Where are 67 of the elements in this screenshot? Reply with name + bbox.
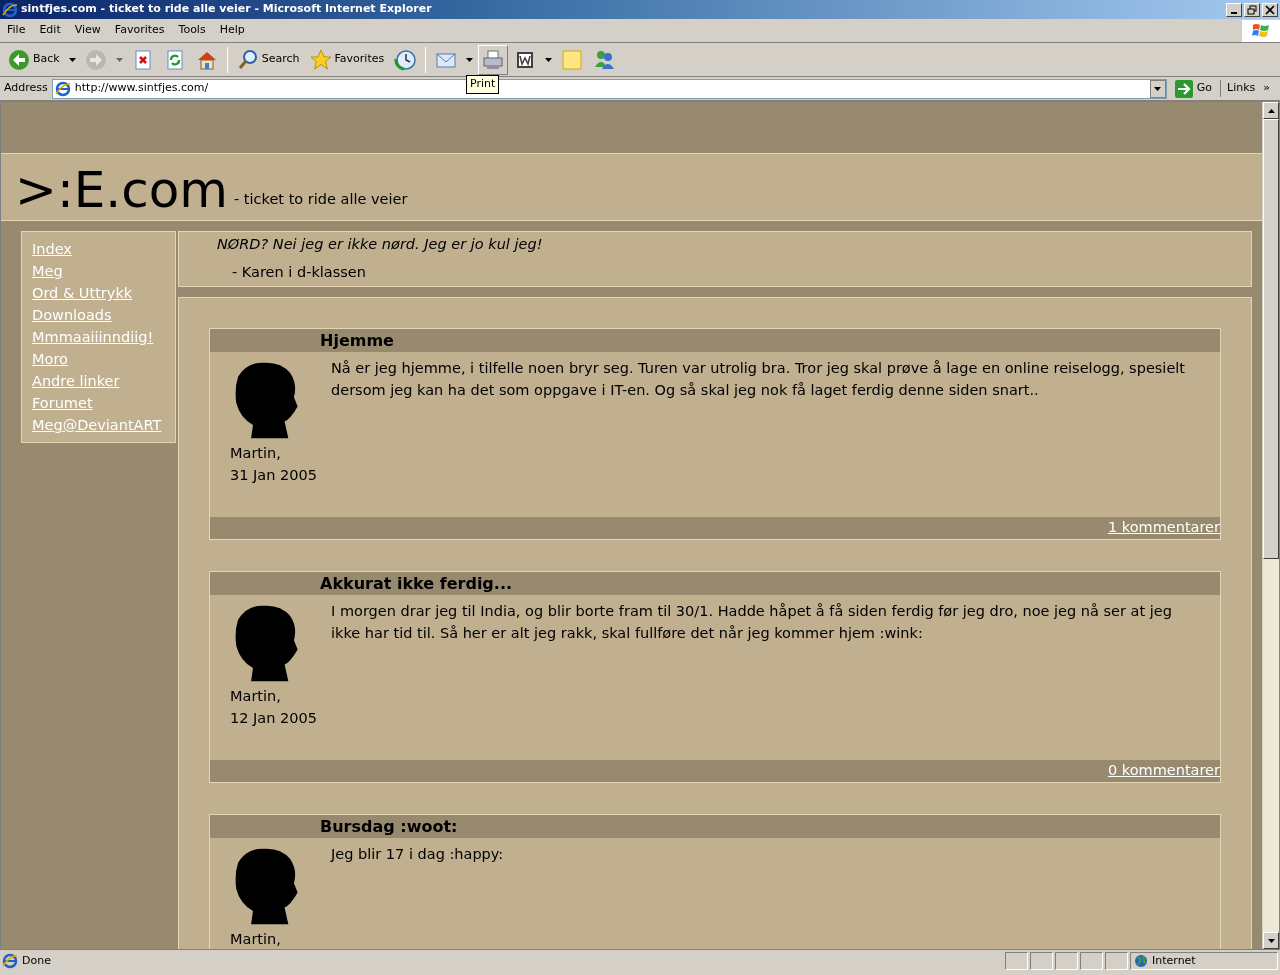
quote-text: NØRD? Nei jeg er ikke nørd. Jeg er jo kul jeg! (217, 235, 544, 254)
search-icon (236, 48, 259, 71)
menu-item[interactable]: Tools (171, 22, 213, 39)
go-button[interactable]: Go (1170, 79, 1216, 98)
page-icon (2, 953, 18, 969)
tagline: - ticket to ride alle veier (234, 190, 408, 210)
caret-icon (466, 57, 474, 62)
post-title: Hjemme (210, 329, 1220, 352)
menu-item[interactable]: Help (212, 22, 252, 39)
browser-icon (2, 1, 18, 18)
toolbar-button[interactable]: Favorites (305, 44, 389, 75)
links-button[interactable]: Links (1227, 80, 1256, 97)
scroll-down-button[interactable] (1263, 932, 1279, 949)
clock-icon (394, 48, 417, 71)
status-pane (1030, 952, 1053, 970)
post-date: 31 Jan 2005 (230, 466, 318, 485)
quote-attribution: - Karen i d-klassen (231, 262, 367, 282)
toolbar-button[interactable]: Back (4, 44, 64, 75)
menu-item[interactable]: File (0, 22, 33, 39)
status-pane (1080, 952, 1103, 970)
go-arrow-icon (1174, 79, 1193, 98)
minimize-button[interactable] (1226, 2, 1242, 17)
people-icon (593, 48, 616, 71)
minimize-icon (1231, 12, 1237, 14)
post-title: Akkurat ikke ferdig... (210, 572, 1220, 595)
post-title: Bursdag :woot: (210, 815, 1220, 838)
post-author: Martin, (230, 444, 282, 463)
menu-item[interactable]: View (67, 22, 108, 39)
printer-button[interactable] (478, 44, 509, 75)
status-pane (1105, 952, 1128, 970)
post-author: Martin, (230, 687, 282, 706)
restore-icon (1247, 4, 1257, 15)
star-icon (309, 48, 332, 71)
dropdown-button[interactable] (1149, 79, 1166, 98)
scrollbar-thumb[interactable] (1263, 119, 1279, 559)
tooltip: Print (466, 75, 500, 94)
caret-icon (1267, 938, 1275, 943)
caret-icon (545, 57, 553, 62)
restore-button[interactable] (1244, 2, 1260, 17)
caret-icon (1154, 86, 1162, 91)
security-zone: Internet (1152, 952, 1196, 969)
address-label: Address (4, 80, 48, 97)
globe-icon (1134, 954, 1148, 968)
caret-icon (68, 57, 76, 62)
post-author: Martin, (230, 930, 282, 949)
printer-icon (482, 48, 505, 71)
site-logo: >:E.com (15, 165, 228, 215)
post-body: Nå er jeg hjemme, i tilfelle noen bryr seg. Turen var utrolig bra. Tror jeg skal prøve å lage en online reiselogg, spesielt dersom jeg kan ha det som oppgave i IT-en. Og så skal jeg nok få laget ferdig denne siden snart.. (331, 359, 1187, 400)
sticky-note-icon (561, 48, 584, 71)
page-icon (54, 80, 71, 97)
post-body: I morgen drar jeg til India, og blir borte fram til 30/1. Hadde håpet å få siden ferdig før jeg dro, noe jeg nå ser at jeg ikke har tid til. Så her er alt jeg rakk, skal fullføre det når jeg kommer hjem :wink: (331, 602, 1173, 643)
status-pane (1005, 952, 1028, 970)
close-button[interactable] (1262, 2, 1278, 17)
menu-item[interactable]: Favorites (107, 22, 172, 39)
menu-item[interactable]: Edit (32, 22, 68, 39)
windows-flag-icon (1251, 21, 1271, 40)
status-text: Done (22, 952, 51, 969)
caret-icon (1267, 108, 1275, 113)
caret-icon (115, 57, 123, 62)
post-body: Jeg blir 17 i dag :happy: (331, 845, 504, 864)
chevron-button[interactable]: » (1263, 80, 1270, 97)
scroll-up-button[interactable] (1263, 102, 1279, 119)
close-icon (1265, 4, 1275, 15)
toolbar-button[interactable]: Search (232, 44, 304, 75)
window-title: sintfjes.com - ticket to ride alle veier - Microsoft Internet Explorer (20, 1, 433, 18)
post-date: 12 Jan 2005 (230, 709, 318, 728)
status-pane (1055, 952, 1078, 970)
